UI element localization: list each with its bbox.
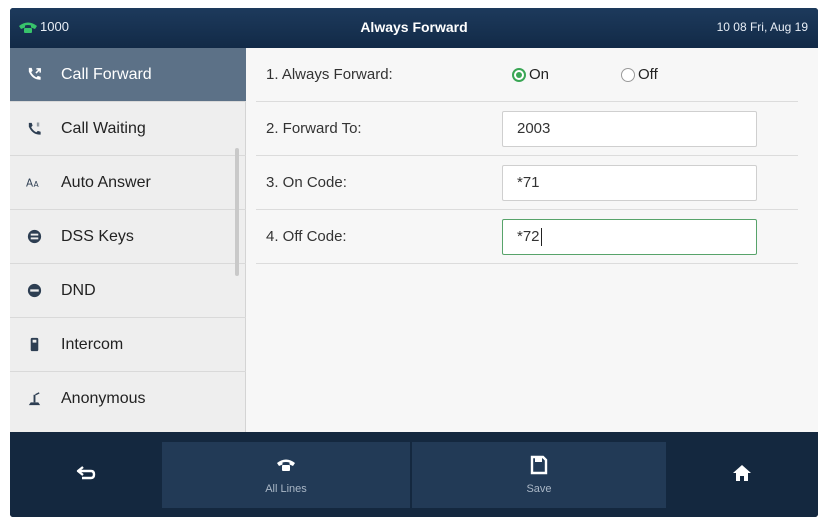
dnd-icon (23, 282, 45, 300)
call-forward-icon (23, 66, 45, 84)
radio-on-label: On (529, 66, 550, 83)
dss-keys-icon (23, 228, 45, 246)
svg-text:A: A (33, 180, 39, 189)
always-forward-row: 1. Always Forward: On Off (256, 48, 798, 102)
on-code-label: 3. On Code: (266, 174, 347, 191)
radio-off-label: Off (638, 66, 658, 83)
status-bar: 1000 Always Forward 10 08 Fri, Aug 19 (10, 8, 818, 48)
sidebar-item-auto-answer[interactable]: AA Auto Answer (10, 156, 246, 210)
forward-to-label: 2. Forward To: (266, 120, 362, 137)
on-code-row: 3. On Code: *71 (256, 156, 798, 210)
sidebar-item-intercom[interactable]: Intercom (10, 318, 246, 372)
all-lines-button[interactable]: All Lines (162, 442, 410, 508)
radio-unchecked-icon (621, 67, 636, 82)
off-code-label: 4. Off Code: (266, 228, 347, 245)
phone-screen: 1000 Always Forward 10 08 Fri, Aug 19 Ca… (10, 8, 818, 517)
forward-to-row: 2. Forward To: 2003 (256, 102, 798, 156)
text-cursor (540, 227, 542, 246)
back-button[interactable] (10, 442, 162, 508)
sidebar-item-anonymous[interactable]: Anonymous (10, 372, 246, 426)
save-button[interactable]: Save (412, 442, 666, 508)
phone-icon (276, 455, 296, 480)
sidebar-item-call-forward[interactable]: Call Forward (10, 48, 246, 102)
sidebar: Call Forward II Call Waiting AA Auto Ans… (10, 48, 246, 432)
save-icon (529, 455, 549, 480)
off-code-row: 4. Off Code: *72 (256, 210, 798, 264)
off-code-value: *72 (517, 228, 540, 245)
home-button[interactable] (666, 442, 818, 508)
back-arrow-icon (76, 463, 96, 488)
always-forward-toggle: On Off (512, 66, 730, 83)
sidebar-item-label: Anonymous (61, 390, 146, 407)
off-code-input[interactable]: *72 (502, 218, 757, 255)
radio-checked-icon (512, 67, 526, 82)
always-forward-off-radio[interactable]: Off (621, 66, 658, 83)
call-waiting-icon: II (23, 120, 45, 138)
sidebar-item-label: DSS Keys (61, 227, 134, 245)
forward-to-value: 2003 (517, 120, 551, 137)
sidebar-item-label: Auto Answer (61, 173, 151, 191)
save-label: Save (526, 483, 552, 495)
sidebar-item-dnd[interactable]: DND (10, 264, 246, 318)
on-code-value: *71 (517, 174, 540, 191)
always-forward-on-radio[interactable]: On (512, 66, 549, 83)
always-forward-label: 1. Always Forward: (266, 66, 393, 83)
sidebar-item-label: Intercom (61, 335, 124, 353)
softkey-bar: All Lines Save (10, 432, 818, 517)
all-lines-label: All Lines (265, 483, 307, 495)
sidebar-item-dss-keys[interactable]: DSS Keys (10, 210, 246, 264)
home-icon (732, 463, 752, 488)
on-code-input[interactable]: *71 (502, 164, 757, 201)
sidebar-item-label: DND (61, 281, 96, 299)
date-time: 10 08 Fri, Aug 19 (716, 20, 808, 34)
anonymous-icon (23, 390, 45, 408)
forward-to-input[interactable]: 2003 (502, 110, 757, 147)
intercom-icon (23, 336, 45, 354)
sidebar-item-label: Call Forward (61, 65, 152, 83)
page-title: Always Forward (360, 19, 468, 35)
svg-text:II: II (36, 123, 40, 129)
auto-answer-icon: AA (23, 174, 45, 192)
settings-form: 1. Always Forward: On Off 2. Forward To:… (246, 48, 818, 432)
sidebar-scrollbar[interactable] (235, 148, 239, 276)
sidebar-item-call-waiting[interactable]: II Call Waiting (10, 102, 246, 156)
sidebar-item-label: Call Waiting (61, 119, 146, 137)
